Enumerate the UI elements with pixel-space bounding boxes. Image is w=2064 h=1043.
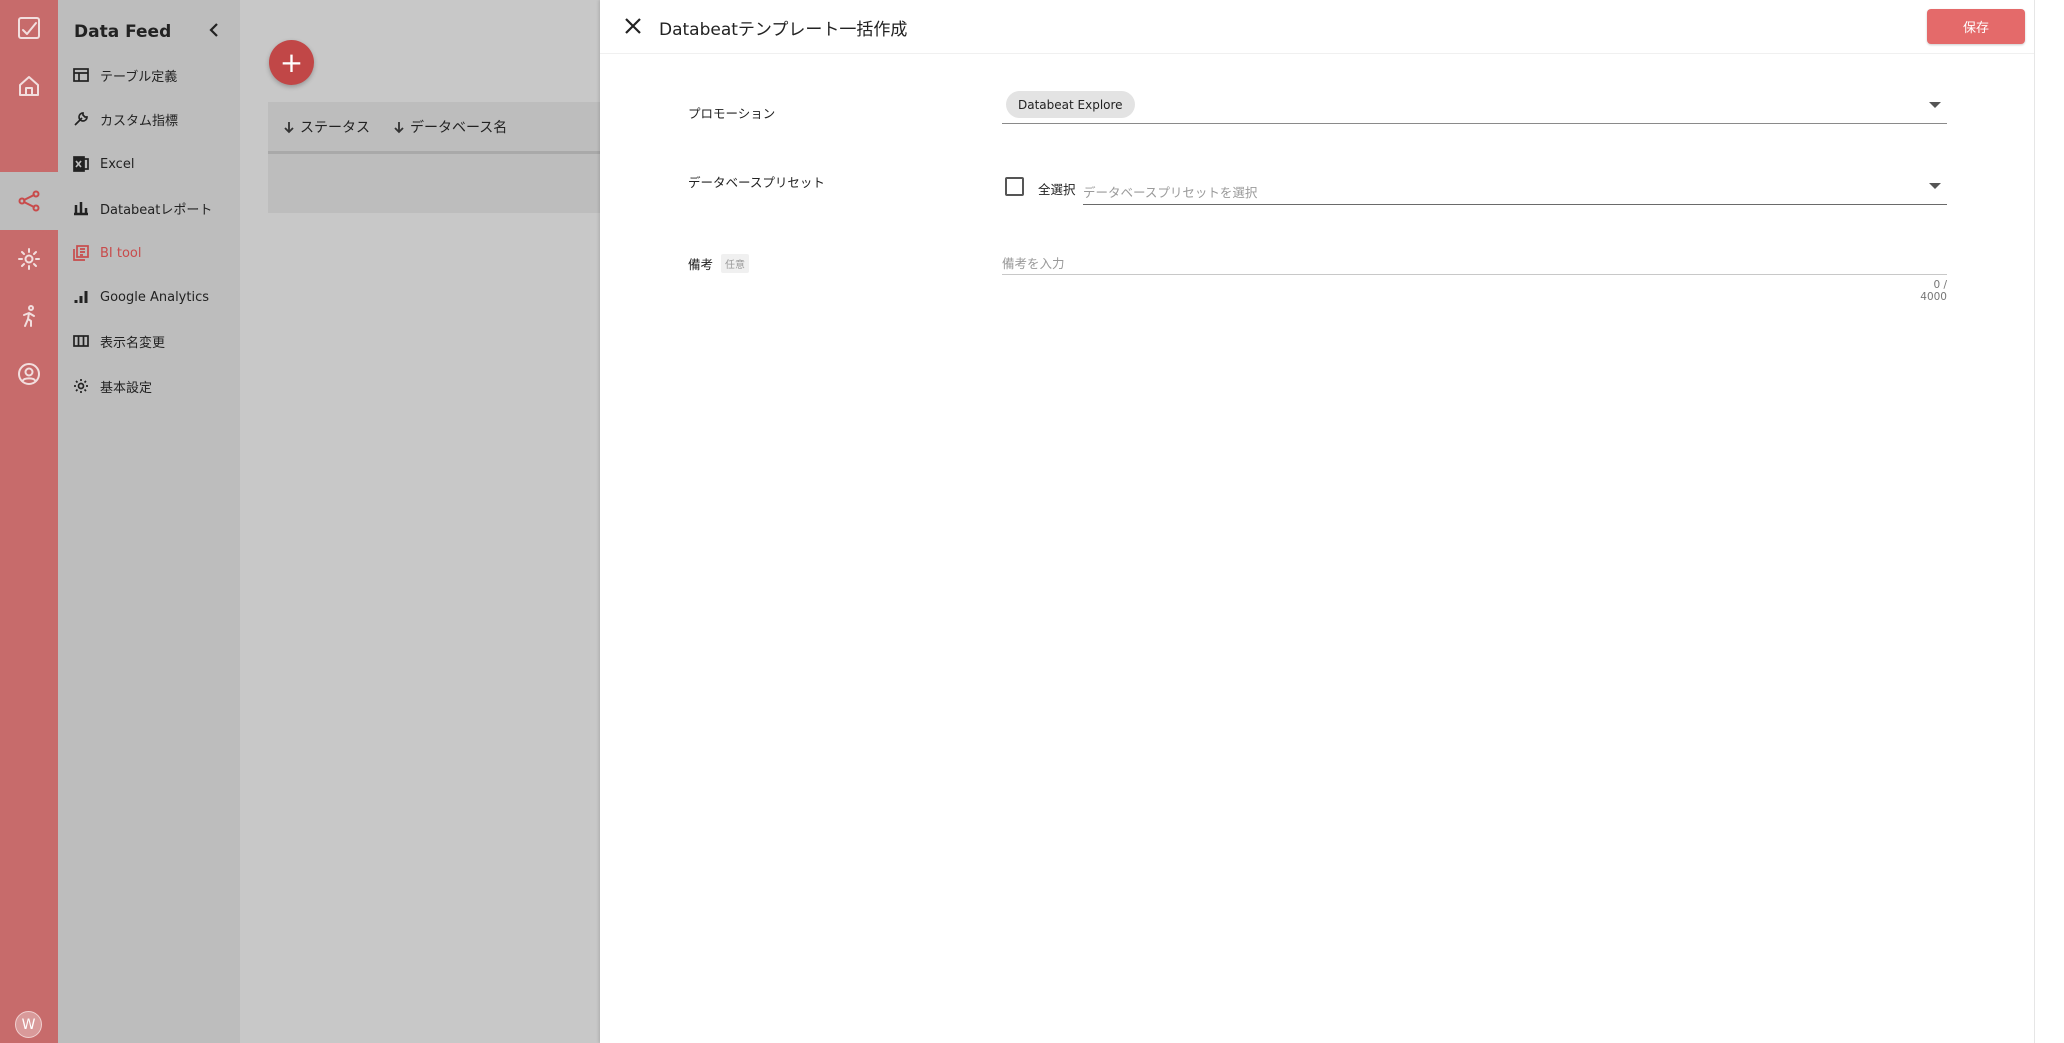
sidebar-item-databeat-report[interactable]: Databeatレポート — [72, 195, 212, 221]
table-icon — [73, 68, 89, 82]
avatar[interactable]: W — [15, 1011, 42, 1038]
wrench-icon — [74, 112, 88, 126]
optional-badge: 任意 — [721, 254, 750, 273]
logo-icon[interactable] — [0, 0, 58, 56]
sidebar-item-bi-tool[interactable]: BI tool — [72, 240, 142, 266]
gear-icon — [74, 379, 88, 393]
scrollbar-track[interactable] — [2034, 0, 2064, 1043]
columns-icon — [73, 335, 89, 347]
table-header: ステータス データベース名 — [268, 102, 600, 154]
column-header-status[interactable]: ステータス — [282, 117, 370, 137]
dropdown-arrow-icon[interactable] — [1929, 183, 1941, 189]
remarks-label: 備考 任意 — [688, 254, 750, 273]
sidebar: Data Feed テーブル定義 カスタム指標 Excel Databeatレポ… — [58, 0, 240, 1043]
promotion-select[interactable]: Databeat Explore — [1002, 91, 1947, 124]
promotion-label: プロモーション — [688, 106, 776, 121]
sidebar-header: Data Feed — [74, 20, 224, 44]
analytics-icon — [74, 291, 88, 303]
promotion-chip[interactable]: Databeat Explore — [1006, 91, 1135, 118]
sidebar-item-label: Google Analytics — [100, 289, 210, 305]
icon-rail: W — [0, 0, 58, 1043]
sidebar-item-excel[interactable]: Excel — [72, 151, 134, 177]
remarks-placeholder: 備考を入力 — [1002, 256, 1065, 271]
home-icon[interactable] — [0, 58, 58, 114]
plus-icon: + — [279, 46, 304, 79]
database-preset-select[interactable]: データベースプリセットを選択 — [1083, 172, 1947, 205]
sidebar-item-label: Databeatレポート — [100, 202, 213, 218]
background-table: ステータス データベース名 — [268, 102, 600, 213]
bi-tool-icon — [73, 245, 89, 261]
select-all-label[interactable]: 全選択 — [1038, 179, 1076, 198]
sidebar-item-label: 表示名変更 — [100, 335, 166, 351]
excel-icon — [73, 156, 89, 172]
account-icon[interactable] — [0, 346, 58, 402]
sidebar-title: Data Feed — [74, 22, 172, 42]
bar-chart-icon — [74, 202, 88, 216]
sidebar-item-label: テーブル定義 — [100, 69, 178, 85]
dropdown-arrow-icon[interactable] — [1929, 102, 1941, 108]
sidebar-item-basic-settings[interactable]: 基本設定 — [72, 373, 152, 399]
dialog-header: Databeatテンプレート一括作成 保存 — [600, 0, 2034, 54]
char-counter: 0 / 4000 — [1920, 279, 1947, 303]
settings-icon[interactable] — [0, 231, 58, 287]
sidebar-item-label: Excel — [100, 156, 135, 172]
arrow-down-icon — [394, 121, 404, 133]
bulk-create-dialog: Databeatテンプレート一括作成 保存 プロモーション Databeat E… — [600, 0, 2034, 1043]
sidebar-item-display-name[interactable]: 表示名変更 — [72, 328, 165, 354]
select-all-checkbox[interactable] — [1005, 177, 1024, 196]
sidebar-item-label: 基本設定 — [100, 380, 153, 396]
sidebar-item-google-analytics[interactable]: Google Analytics — [72, 284, 209, 310]
close-button[interactable] — [620, 13, 646, 39]
database-preset-label: データベースプリセット — [688, 175, 825, 190]
sidebar-item-custom-metrics[interactable]: カスタム指標 — [72, 106, 178, 132]
add-button[interactable]: + — [269, 40, 314, 85]
runner-icon[interactable] — [0, 288, 58, 344]
column-header-database-name[interactable]: データベース名 — [392, 117, 507, 137]
remarks-input[interactable]: 備考を入力 — [1002, 247, 1947, 275]
share-icon[interactable] — [0, 173, 58, 229]
sidebar-item-table-definition[interactable]: テーブル定義 — [72, 62, 177, 88]
sidebar-item-label: カスタム指標 — [100, 113, 179, 129]
dialog-title: Databeatテンプレート一括作成 — [659, 20, 908, 40]
sidebar-item-label: BI tool — [100, 245, 142, 261]
chevron-left-icon[interactable] — [206, 21, 224, 43]
arrow-down-icon — [284, 121, 294, 133]
database-preset-placeholder: データベースプリセットを選択 — [1083, 185, 1258, 200]
close-icon — [625, 18, 641, 34]
save-button[interactable]: 保存 — [1927, 9, 2025, 44]
